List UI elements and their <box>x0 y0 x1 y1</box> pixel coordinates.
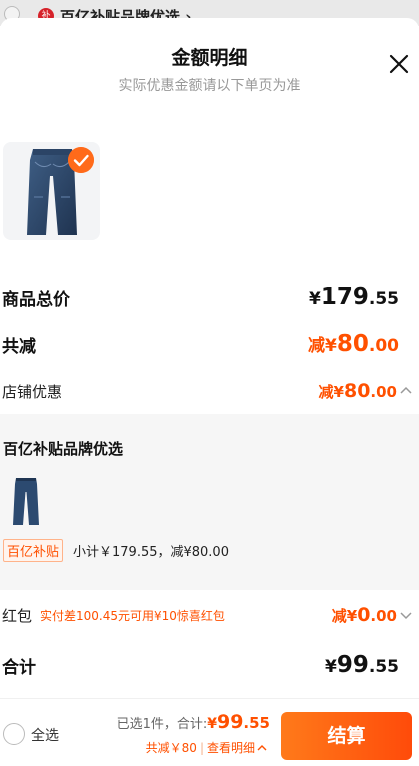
amount-detail-sheet: 金额明细 实际优惠金额请以下单页为准 商品总价 ¥179.55 共减 减¥80.… <box>0 18 419 766</box>
store-panel-title: 百亿补贴品牌优选 <box>3 440 124 458</box>
checkout-bar: 全选 已选1件，合计:¥99.55 共减￥80 | 查看明细 结算 <box>0 698 419 766</box>
total-label: 合计 <box>2 657 36 678</box>
store-discount-value: 减¥80.00 <box>318 380 397 402</box>
sheet-subtitle: 实际优惠金额请以下单页为准 <box>118 78 301 94</box>
total-discount-row: 共减 减¥80.00 <box>2 331 399 357</box>
red-packet-note: 实付差100.45元可用¥10惊喜红包 <box>40 608 225 623</box>
close-icon[interactable] <box>387 52 411 76</box>
store-discount-label: 店铺优惠 <box>2 382 63 401</box>
checkout-button[interactable]: 结算 <box>281 712 412 760</box>
total-discount-value: 减¥80.00 <box>308 331 399 357</box>
total-row: 合计 ¥99.55 <box>2 652 399 678</box>
jeans-mini-icon <box>13 478 39 525</box>
red-packet-row[interactable]: 红包 实付差100.45元可用¥10惊喜红包 减¥0.00 <box>2 604 413 626</box>
sheet-title: 金额明细 <box>171 47 248 69</box>
select-all-label[interactable]: 全选 <box>31 725 59 745</box>
chevron-up-small-icon <box>257 745 267 751</box>
goods-total-row: 商品总价 ¥179.55 <box>2 284 399 310</box>
checkmark-icon[interactable] <box>68 147 94 173</box>
select-all-radio[interactable] <box>3 723 25 745</box>
chevron-down-icon[interactable] <box>399 608 413 622</box>
store-discount-row[interactable]: 店铺优惠 减¥80.00 <box>2 380 413 402</box>
red-packet-label: 红包 <box>2 606 33 625</box>
selected-summary: 已选1件，合计:¥99.55 <box>116 711 270 733</box>
goods-total-label: 商品总价 <box>2 289 70 310</box>
total-value: ¥99.55 <box>325 652 399 678</box>
store-discount-panel: 百亿补贴品牌优选 百亿补贴 小计￥179.55，减¥80.00 <box>0 414 419 590</box>
discount-detail-toggle[interactable]: 共减￥80 | 查看明细 <box>146 739 267 756</box>
red-packet-value: 减¥0.00 <box>331 604 397 626</box>
total-discount-label: 共减 <box>2 336 36 357</box>
goods-total-value: ¥179.55 <box>309 284 399 310</box>
chevron-up-icon[interactable] <box>399 384 413 398</box>
subsidy-tag: 百亿补贴 <box>3 539 64 562</box>
store-subtotal: 小计￥179.55，减¥80.00 <box>73 545 229 560</box>
